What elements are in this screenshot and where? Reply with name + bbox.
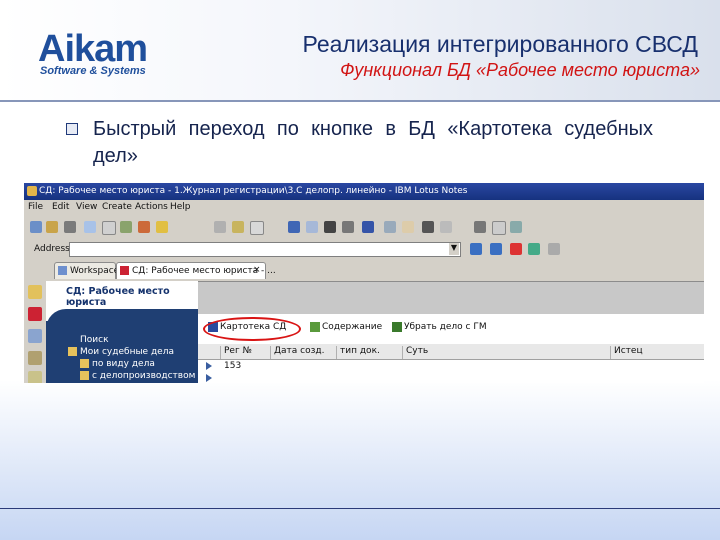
- layout-icon[interactable]: [384, 221, 396, 233]
- bullet-text: Быстрый переход по кнопке в БД «Картотек…: [93, 118, 653, 167]
- nav-item-by-type[interactable]: по виду дела: [92, 359, 155, 369]
- bookmark-bar: [24, 281, 46, 383]
- address-bar: Address ▼: [24, 239, 704, 259]
- paste-icon[interactable]: [250, 221, 264, 235]
- logo-name: Aikam: [38, 28, 148, 70]
- page-icon[interactable]: [492, 221, 506, 235]
- menu-file[interactable]: File: [28, 202, 43, 212]
- navigator-panel: СД: Рабочее место юриста Поиск Мои судеб…: [46, 281, 198, 383]
- table-icon[interactable]: [342, 221, 354, 233]
- address-label: Address: [34, 244, 70, 254]
- tab-strip: Workspace СД: Рабочее место юриста - ...…: [24, 259, 704, 282]
- mail-bookmark-icon[interactable]: [28, 285, 42, 299]
- address-input[interactable]: [69, 242, 461, 257]
- doc-icon[interactable]: [306, 221, 318, 233]
- bullet-icon: [66, 123, 78, 135]
- navigator-curve: [46, 309, 198, 329]
- menu-view[interactable]: View: [76, 202, 97, 212]
- app-icon: [27, 186, 37, 196]
- stop-icon[interactable]: [510, 243, 522, 255]
- folder-icon: [80, 359, 89, 368]
- tools-icon[interactable]: [440, 221, 452, 233]
- nav-back-icon[interactable]: [470, 243, 482, 255]
- row-reg-number: 153: [224, 361, 242, 371]
- nav-forward-icon[interactable]: [490, 243, 502, 255]
- menubar: File Edit View Create Actions Help: [24, 200, 704, 215]
- column-doc-type[interactable]: тип док.: [336, 346, 380, 359]
- nav-item-search[interactable]: Поиск: [80, 335, 109, 345]
- tab-workspace-label: Workspace: [70, 266, 120, 276]
- page-subtitle: Функционал БД «Рабочее место юриста»: [340, 60, 700, 80]
- expand-icon[interactable]: [206, 362, 212, 370]
- column-header: Рег № Дата созд. тип док. Суть Истец: [198, 344, 704, 360]
- table-row[interactable]: [198, 373, 704, 383]
- open-icon[interactable]: [46, 221, 58, 233]
- tab-workspace[interactable]: Workspace: [54, 262, 120, 279]
- copy-icon[interactable]: [232, 221, 244, 233]
- workspace-icon: [58, 266, 67, 275]
- highlight-circle: [203, 317, 301, 341]
- contacts-bookmark-icon[interactable]: [28, 329, 42, 343]
- action-contents-button[interactable]: Содержание: [322, 322, 382, 332]
- cut-icon[interactable]: [102, 221, 116, 235]
- edit-icon[interactable]: [214, 221, 226, 233]
- save-icon[interactable]: [64, 221, 76, 233]
- header-divider: [0, 100, 720, 102]
- column-reg-number[interactable]: Рег №: [220, 346, 252, 359]
- menu-actions[interactable]: Actions: [135, 202, 168, 212]
- toolbar: [24, 215, 704, 240]
- tab-close-icon[interactable]: ×: [253, 265, 261, 275]
- window-title: СД: Рабочее место юриста - 1.Журнал реги…: [39, 186, 468, 196]
- nav-item-with-proceedings[interactable]: с делопроизводством: [92, 371, 195, 381]
- arrow-icon[interactable]: [288, 221, 300, 233]
- binoculars-icon[interactable]: [474, 221, 486, 233]
- action-remove-case-button[interactable]: Убрать дело с ГМ: [404, 322, 487, 332]
- contents-icon: [310, 322, 320, 332]
- menu-help[interactable]: Help: [170, 202, 191, 212]
- search-icon[interactable]: [138, 221, 150, 233]
- column-plaintiff[interactable]: Истец: [610, 346, 643, 359]
- folder-icon: [68, 347, 77, 356]
- replicator-bookmark-icon[interactable]: [28, 371, 42, 383]
- search-web-icon[interactable]: [548, 243, 560, 255]
- bold-icon[interactable]: [324, 221, 336, 233]
- column-essence[interactable]: Суть: [402, 346, 428, 359]
- attach-icon[interactable]: [402, 221, 414, 233]
- nav-item-my-cases[interactable]: Мои судебные дела: [80, 347, 174, 357]
- mail-icon[interactable]: [84, 221, 96, 233]
- print-icon[interactable]: [120, 221, 132, 233]
- footer-line: [0, 508, 720, 509]
- refresh-icon[interactable]: [528, 243, 540, 255]
- navigator-title: СД: Рабочее место юриста: [66, 286, 170, 308]
- back-icon[interactable]: [30, 221, 42, 233]
- remove-case-icon: [392, 322, 402, 332]
- tab-lawyer-workplace[interactable]: СД: Рабочее место юриста - ... ×: [116, 262, 276, 279]
- lotus-notes-screenshot: СД: Рабочее место юриста - 1.Журнал реги…: [24, 183, 704, 383]
- window-titlebar: СД: Рабочее место юриста - 1.Журнал реги…: [24, 183, 704, 200]
- folder-icon: [80, 371, 89, 380]
- logo: Aikam Software & Systems: [38, 30, 178, 84]
- calendar-bookmark-icon[interactable]: [28, 307, 42, 321]
- window-icon[interactable]: [510, 221, 522, 233]
- column-created-date[interactable]: Дата созд.: [270, 346, 325, 359]
- menu-create[interactable]: Create: [102, 202, 132, 212]
- find-icon[interactable]: [422, 221, 434, 233]
- bookmark-icon[interactable]: [156, 221, 168, 233]
- grid-icon[interactable]: [362, 221, 374, 233]
- address-dropdown-icon[interactable]: ▼: [449, 243, 459, 255]
- menu-edit[interactable]: Edit: [52, 202, 69, 212]
- database-icon: [120, 266, 129, 275]
- page-title: Реализация интегрированного СВСД: [302, 31, 699, 57]
- table-row[interactable]: 153: [198, 360, 704, 372]
- expand-icon[interactable]: [206, 374, 212, 382]
- todo-bookmark-icon[interactable]: [28, 351, 42, 365]
- logo-tagline: Software & Systems: [40, 65, 146, 77]
